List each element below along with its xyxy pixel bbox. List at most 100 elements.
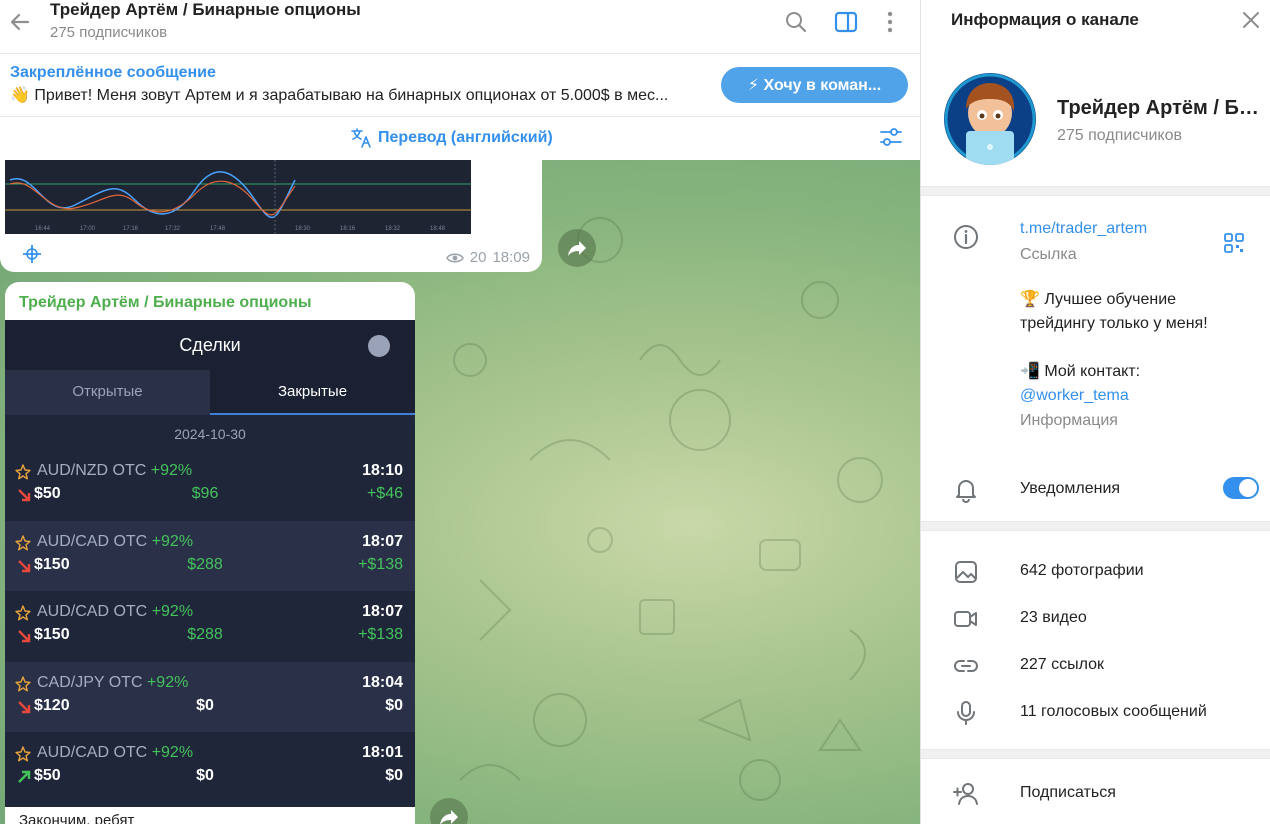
trade-payout: $288 — [187, 626, 223, 643]
subscribe-button[interactable]: Подписаться — [1020, 784, 1116, 802]
svg-text:17:32: 17:32 — [165, 226, 181, 232]
more-vertical-icon[interactable] — [876, 8, 904, 36]
channel-avatar[interactable] — [944, 73, 1036, 165]
chat-subscriber-count: 275 подписчиков — [50, 24, 168, 41]
channel-name: Трейдер Артём / Бинарные опционы — [1057, 97, 1263, 119]
trade-pair: AUD/CAD OTC +92% — [37, 532, 194, 550]
trade-pair: AUD/NZD OTC +92% — [37, 462, 193, 479]
trade-payout: $0 — [196, 696, 214, 714]
sidebar-toggle-icon[interactable] — [832, 8, 860, 36]
share-arrow-icon — [568, 241, 586, 256]
notifications-label: Уведомления — [1020, 480, 1121, 497]
svg-text:18:30: 18:30 — [295, 226, 311, 232]
contact-link[interactable]: @worker_tema — [1020, 384, 1129, 408]
divider — [921, 186, 1270, 196]
pinned-text: 👋 Привет! Меня зовут Артем и я зарабатыв… — [10, 87, 669, 104]
description-label: Информация — [1020, 412, 1118, 429]
trade-time: 18:07 — [362, 603, 403, 620]
trades-title: Сделки — [179, 335, 241, 355]
media-links[interactable]: 227 ссылок — [921, 646, 1270, 686]
trades-header: Сделки — [5, 320, 415, 370]
close-icon[interactable] — [1239, 8, 1263, 32]
channel-info-panel: Информация о канале Трейдер Артём / Бина… — [920, 0, 1270, 824]
trades-tabs: Открытые Закрытые — [5, 370, 415, 415]
channel-link[interactable]: t.me/trader_artem — [1020, 220, 1147, 238]
message-time: 18:09 — [492, 249, 530, 266]
svg-text:17:00: 17:00 — [80, 226, 96, 232]
trades-screenshot: Сделки Открытые Закрытые 2024-10-30 AUD/… — [5, 320, 415, 807]
search-icon[interactable] — [782, 8, 810, 36]
info-circle-icon — [954, 225, 978, 249]
trade-time: 18:07 — [362, 532, 403, 550]
chat-header: Трейдер Артём / Бинарные опционы 275 под… — [0, 0, 920, 54]
photos-count: 642 фотографии — [1020, 562, 1144, 579]
arrow-down-icon — [18, 700, 31, 713]
boost-icon[interactable] — [21, 243, 43, 265]
view-count: 20 — [469, 249, 487, 266]
description-line: трейдингу только у меня! — [1020, 315, 1208, 332]
svg-text:18:48: 18:48 — [430, 226, 446, 232]
trade-amount: $50 — [34, 485, 61, 502]
translate-button[interactable]: Перевод (английский) — [350, 127, 553, 149]
translate-icon — [351, 128, 371, 148]
trade-pair: AUD/CAD OTC +92% — [37, 744, 194, 761]
star-icon — [15, 605, 31, 621]
trade-row: AUD/CAD OTC +92% 18:07 $150 $288 +$138 — [5, 591, 415, 661]
star-icon — [15, 675, 31, 691]
pinned-message-bar[interactable]: Закреплённое сообщение 👋 Привет! Меня зо… — [0, 55, 920, 117]
trade-time: 18:04 — [362, 673, 403, 691]
svg-text:16:44: 16:44 — [35, 226, 51, 232]
trade-row: AUD/NZD OTC +92% 18:10 $50 $96 +$46 — [5, 450, 415, 520]
trade-pair: AUD/CAD OTC +92% — [37, 603, 194, 620]
trade-profit: $0 — [385, 767, 403, 784]
forward-button[interactable] — [558, 229, 596, 267]
svg-text:17:48: 17:48 — [210, 226, 226, 232]
translate-settings-icon[interactable] — [878, 124, 904, 150]
divider — [921, 749, 1270, 759]
trade-amount: $50 — [34, 767, 61, 784]
message-bubble[interactable]: 16:44 17:00 17:16 17:32 17:48 18:30 18:16 18:… — [0, 160, 542, 272]
translate-label: Перевод (английский) — [378, 129, 553, 146]
media-photos[interactable]: 642 фотографии — [921, 552, 1270, 592]
link-icon — [954, 660, 978, 672]
trade-profit: +$138 — [358, 626, 403, 643]
message-sender[interactable]: Трейдер Артём / Бинарные опционы — [19, 294, 312, 312]
share-arrow-icon — [440, 810, 458, 824]
videos-count: 23 видео — [1020, 609, 1087, 626]
star-icon — [15, 534, 31, 550]
message-meta: 20 18:09 — [445, 249, 530, 266]
links-count: 227 ссылок — [1020, 656, 1105, 673]
trade-profit: +$46 — [366, 485, 403, 502]
trade-row: AUD/CAD OTC +92% 18:01 $50 $0 $0 — [5, 732, 415, 802]
pinned-title: Закреплённое сообщение — [10, 64, 216, 81]
translate-bar: Перевод (английский) — [0, 117, 920, 160]
arrow-down-icon — [18, 489, 31, 502]
trade-profit: $0 — [385, 696, 403, 714]
arrow-down-icon — [18, 630, 31, 643]
chat-title[interactable]: Трейдер Артём / Бинарные опционы — [50, 0, 361, 20]
arrow-down-icon — [18, 559, 31, 572]
description-line: 📲 Мой контакт: — [1020, 363, 1141, 380]
arrow-up-icon — [18, 770, 31, 783]
svg-text:17:16: 17:16 — [123, 226, 139, 232]
notifications-toggle[interactable] — [1223, 477, 1259, 499]
media-videos[interactable]: 23 видео — [921, 599, 1270, 639]
chat-panel: Трейдер Артём / Бинарные опционы 275 под… — [0, 0, 920, 824]
message-caption: Закончим, ребят — [19, 812, 135, 824]
media-voice[interactable]: 11 голосовых сообщений — [921, 693, 1270, 733]
trade-payout: $288 — [187, 555, 223, 573]
tab-open: Открытые — [5, 370, 210, 415]
description-line: 🏆 Лучшее обучение — [1020, 291, 1177, 308]
message-bubble[interactable]: Трейдер Артём / Бинарные опционы Сделки … — [5, 282, 415, 824]
back-arrow-icon[interactable] — [6, 8, 34, 36]
qr-code-icon[interactable] — [1223, 232, 1245, 254]
photo-icon — [955, 561, 977, 583]
trade-amount: $150 — [34, 626, 70, 643]
chat-background: 16:44 17:00 17:16 17:32 17:48 18:30 18:16 18:… — [0, 160, 920, 824]
microphone-icon — [957, 701, 975, 725]
pinned-action-button[interactable]: ⚡ Хочу в коман... — [721, 67, 908, 103]
chart-image: 16:44 17:00 17:16 17:32 17:48 18:30 18:16 18:… — [5, 160, 471, 234]
channel-subscribers: 275 подписчиков — [1057, 127, 1182, 144]
video-icon — [954, 611, 977, 627]
link-label: Ссылка — [1020, 246, 1077, 263]
